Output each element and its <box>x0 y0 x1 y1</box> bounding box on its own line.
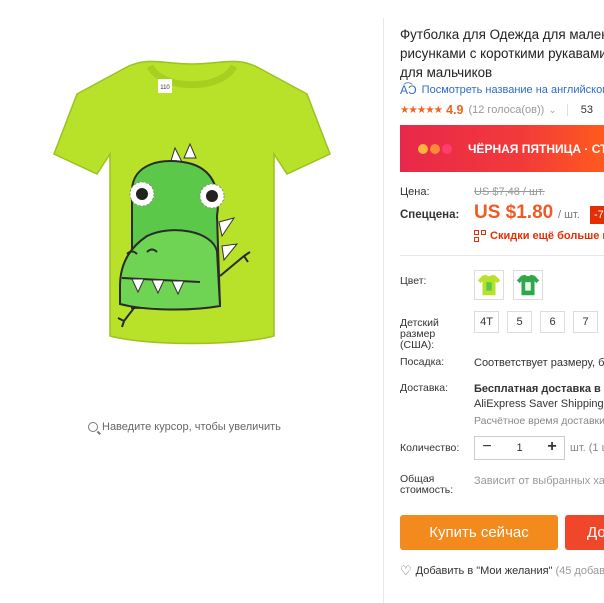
color-label: Цвет: <box>400 275 427 287</box>
rating-row: ★★★★★ 4.9 (12 голоса(ов)) ⌄ 53 <box>400 102 593 118</box>
product-detail: Футболка для Одежда для маленьких с рису… <box>400 0 604 603</box>
discount-badge: -76% <box>590 206 604 224</box>
black-friday-banner[interactable]: ЧЁРНАЯ ПЯТНИЦА · СТАРТ <box>400 125 604 172</box>
old-price: US $7,48 / шт. <box>474 186 545 198</box>
orders-count: 53 <box>580 104 593 116</box>
green-shirt-icon <box>516 274 540 296</box>
price-unit: / шт. <box>558 209 580 221</box>
magnifier-icon <box>88 422 98 432</box>
size-option-6[interactable]: 6 <box>540 311 565 333</box>
shipping-method: AliExpress Saver Shipping <box>474 398 604 410</box>
price-label: Цена: <box>400 186 430 198</box>
total-hint: Зависит от выбранных характеристик <box>474 475 604 487</box>
increase-quantity-button[interactable]: + <box>540 437 564 459</box>
divider <box>383 18 384 603</box>
product-gallery: 110 Наведите курсор, чтобы увеличить <box>0 0 383 603</box>
translate-link-label: Посмотреть название на английском <box>421 84 604 96</box>
buy-now-button[interactable]: Купить сейчас <box>400 515 558 550</box>
rating-value: 4.9 <box>446 103 464 117</box>
heart-icon: ♡ <box>400 563 412 578</box>
shipping-label: Доставка: <box>400 382 449 394</box>
delivery-estimate: Расчётное время доставки <box>474 415 604 427</box>
quantity-unit: шт. (1 шт. доступно) <box>570 442 604 454</box>
quantity-input[interactable]: 1 <box>499 442 540 454</box>
total-label: Общая стоимость: <box>400 473 454 496</box>
rating-separator <box>566 104 568 116</box>
lime-green-shirt-icon <box>477 274 501 296</box>
banner-dot <box>430 143 440 154</box>
size-option-5[interactable]: 5 <box>507 311 532 333</box>
banner-dot <box>442 143 452 154</box>
add-to-wishlist-link[interactable]: ♡ Добавить в "Мои желания" (45 добавили) <box>400 563 604 579</box>
special-price-label: Спеццена: <box>400 209 460 221</box>
wishlist-count: (45 добавили) <box>555 565 604 577</box>
special-price: US $1.80 <box>474 202 554 223</box>
fit-value: Соответствует размеру, берите обычный ра… <box>474 357 604 369</box>
app-coupon-link[interactable]: Скидки ещё больше в приложении <box>474 230 604 242</box>
reviews-link[interactable]: (12 голоса(ов)) <box>468 104 544 116</box>
product-image[interactable]: 110 <box>22 46 362 366</box>
add-to-cart-button[interactable]: Добавить в корзину <box>565 515 604 550</box>
size-tag-text: 110 <box>160 85 170 91</box>
chevron-down-icon[interactable]: ⌄ <box>548 105 556 116</box>
wishlist-label: Добавить в "Мои желания" <box>415 565 553 577</box>
banner-dot <box>418 143 428 154</box>
shipping-destination[interactable]: Бесплатная доставка в Россию <box>474 383 604 395</box>
color-option-green[interactable] <box>513 270 543 300</box>
banner-dots-icon <box>418 143 454 154</box>
app-coupon-text: Скидки ещё больше в приложении <box>490 230 604 242</box>
banner-text: ЧЁРНАЯ ПЯТНИЦА · СТАРТ <box>468 141 604 156</box>
qr-code-icon <box>474 230 486 242</box>
quantity-stepper: − 1 + <box>474 436 565 460</box>
quantity-label: Количество: <box>400 442 460 454</box>
fit-label: Посадка: <box>400 356 445 368</box>
translate-icon: A͡Ɔ <box>400 83 417 97</box>
size-option-4t[interactable]: 4T <box>474 311 499 333</box>
star-rating-icon: ★★★★★ <box>400 104 443 116</box>
size-label: Детский размер (США): <box>400 317 439 351</box>
zoom-hint-text: Наведите курсор, чтобы увеличить <box>102 421 281 433</box>
section-divider <box>400 255 604 256</box>
translate-link[interactable]: A͡Ɔ Посмотреть название на английском <box>400 83 604 97</box>
zoom-hint: Наведите курсор, чтобы увеличить <box>88 421 281 433</box>
decrease-quantity-button[interactable]: − <box>475 437 499 459</box>
size-option-7[interactable]: 7 <box>573 311 598 333</box>
product-title: Футболка для Одежда для маленьких с рису… <box>400 27 604 80</box>
color-option-lime-green[interactable] <box>474 270 504 300</box>
